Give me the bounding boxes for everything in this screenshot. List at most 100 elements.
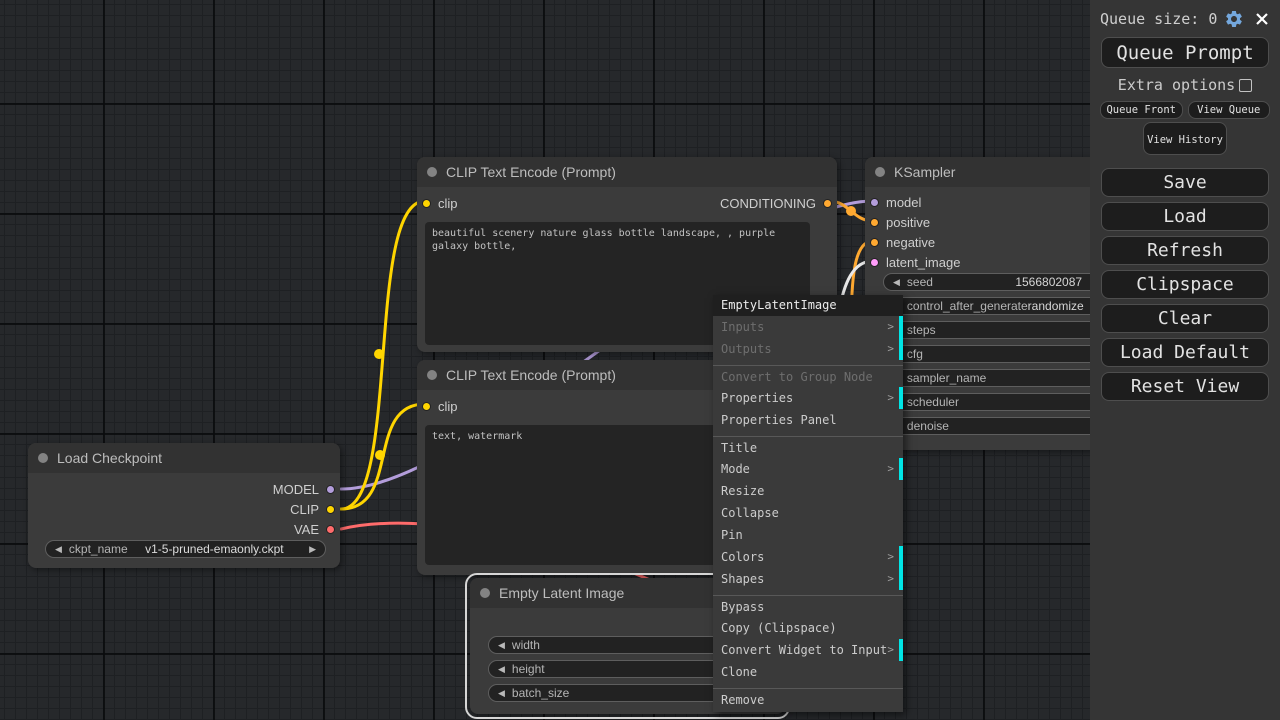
widget-label: width xyxy=(511,638,540,652)
port-label: negative xyxy=(886,234,936,250)
menu-item-label: Clone xyxy=(721,665,758,679)
submenu-arrow-icon: > xyxy=(887,391,894,404)
menu-item-label: Bypass xyxy=(721,599,765,614)
port-dot[interactable] xyxy=(870,257,879,267)
widget-decrement-icon[interactable]: ◀ xyxy=(893,277,900,288)
port-dot[interactable] xyxy=(870,217,879,227)
input-port: clip xyxy=(422,196,458,211)
submenu-arrow-icon: > xyxy=(887,550,894,563)
menu-item-label: Properties xyxy=(721,391,794,405)
widget-next-icon[interactable]: ▶ xyxy=(309,544,316,555)
context-menu-item[interactable]: Resize xyxy=(713,480,903,502)
menu-item-label: Copy (Clipspace) xyxy=(721,621,837,635)
widget-prev-icon[interactable]: ◀ xyxy=(55,544,62,555)
extra-options-checkbox[interactable] xyxy=(1239,78,1253,92)
collapse-dot-icon[interactable] xyxy=(38,453,48,463)
submenu-arrow-icon: > xyxy=(887,320,894,333)
context-menu-item[interactable]: Title xyxy=(713,436,903,458)
port-dot[interactable] xyxy=(326,524,335,534)
sidebar-button[interactable]: Clipspace xyxy=(1101,270,1269,299)
queue-small-buttons: Queue Front View Queue xyxy=(1100,101,1270,119)
context-menu-item[interactable]: Pin xyxy=(713,524,903,546)
node-titlebar[interactable]: Load Checkpoint xyxy=(28,443,340,473)
comfy-menu-panel: Queue size: 0 Queue Prompt Extra options… xyxy=(1090,0,1280,720)
widget-decrement-icon[interactable]: ◀ xyxy=(498,688,505,699)
input-port: model xyxy=(865,192,1125,212)
submenu-arrow-icon: > xyxy=(887,572,894,585)
widget-row[interactable]: ◀ seed 1566802087 ▶ xyxy=(883,273,1107,291)
widget-label: ckpt_name xyxy=(68,542,128,556)
node-titlebar[interactable]: CLIP Text Encode (Prompt) xyxy=(417,157,837,187)
output-port: CLIP xyxy=(28,499,340,519)
input-port: latent_image xyxy=(865,252,1125,272)
context-menu-item[interactable]: Bypass xyxy=(713,595,903,617)
context-menu-item[interactable]: Mode > xyxy=(713,458,903,480)
widget-row[interactable]: ◀ cfg ▶ xyxy=(883,345,1107,363)
context-menu-item[interactable]: Copy (Clipspace) xyxy=(713,617,903,639)
widget-row[interactable]: ◀ steps ▶ xyxy=(883,321,1107,339)
menu-item-label: Colors xyxy=(721,550,765,564)
extra-options-row: Extra options xyxy=(1100,76,1270,94)
port-dot[interactable] xyxy=(870,237,879,247)
port-dot[interactable] xyxy=(823,198,832,208)
sidebar-button[interactable]: Reset View xyxy=(1101,372,1269,401)
port-label: CONDITIONING xyxy=(719,195,816,211)
context-menu-item[interactable]: Properties Panel xyxy=(713,409,903,431)
input-ports: model positive negative latent_image xyxy=(865,192,1125,272)
port-dot[interactable] xyxy=(870,197,879,207)
collapse-dot-icon[interactable] xyxy=(427,370,437,380)
context-menu-item[interactable]: Remove xyxy=(713,688,903,710)
widget-row[interactable]: ◀ control_after_generate randomize ▶ xyxy=(883,297,1107,315)
widget-row[interactable]: ◀ scheduler ▶ xyxy=(883,393,1107,411)
widget-row[interactable]: ◀ denoise ▶ xyxy=(883,417,1107,435)
menu-header: Queue size: 0 xyxy=(1100,8,1270,30)
comfyui-workspace: CLIP Text Encode (Prompt) clip CONDITION… xyxy=(0,0,1280,720)
sidebar-button[interactable]: Refresh xyxy=(1101,236,1269,265)
view-history-button[interactable]: View History xyxy=(1143,122,1227,155)
queue-small-button[interactable]: Queue Front xyxy=(1100,101,1183,119)
collapse-dot-icon[interactable] xyxy=(427,167,437,177)
output-port: CONDITIONING xyxy=(720,196,832,211)
submenu-arrow-icon: > xyxy=(887,462,894,475)
port-dot[interactable] xyxy=(326,504,335,514)
widget-row[interactable]: ◀ sampler_name ▶ xyxy=(883,369,1107,387)
settings-gear-icon[interactable] xyxy=(1224,9,1244,29)
collapse-dot-icon[interactable] xyxy=(480,588,490,598)
menu-item-label: Convert to Group Node xyxy=(721,369,873,384)
context-menu-item[interactable]: Colors > xyxy=(713,546,903,568)
context-menu: EmptyLatentImage Inputs > Outputs > Conv… xyxy=(713,295,903,712)
port-label: model xyxy=(886,194,922,210)
menu-item-label: Title xyxy=(721,440,758,455)
input-port: clip xyxy=(422,399,458,414)
widget-row[interactable]: ◀ ckpt_name v1-5-pruned-emaonly.ckpt ▶ xyxy=(45,540,326,558)
widget-label: batch_size xyxy=(511,686,570,700)
widget-decrement-icon[interactable]: ◀ xyxy=(498,640,505,651)
port-dot[interactable] xyxy=(326,484,335,494)
node-titlebar[interactable]: KSampler xyxy=(865,157,1125,187)
context-menu-item[interactable]: Convert Widget to Input > xyxy=(713,639,903,661)
sidebar-button[interactable]: Save xyxy=(1101,168,1269,197)
close-icon[interactable] xyxy=(1254,11,1270,27)
context-menu-item[interactable]: Clone xyxy=(713,661,903,683)
queue-prompt-button[interactable]: Queue Prompt xyxy=(1101,37,1269,68)
node-load-checkpoint: Load Checkpoint MODEL CLIP VAE ◀ ckpt_na… xyxy=(28,443,340,568)
context-menu-title: EmptyLatentImage xyxy=(713,295,903,316)
port-dot[interactable] xyxy=(422,401,431,411)
context-menu-item[interactable]: Properties > xyxy=(713,387,903,409)
widget-list: ◀ ckpt_name v1-5-pruned-emaonly.ckpt ▶ xyxy=(45,540,326,558)
widget-decrement-icon[interactable]: ◀ xyxy=(498,664,505,675)
sidebar-button[interactable]: Load Default xyxy=(1101,338,1269,367)
context-menu-item[interactable]: Collapse xyxy=(713,502,903,524)
widget-label: denoise xyxy=(906,419,949,433)
widget-value: randomize xyxy=(1027,299,1084,313)
collapse-dot-icon[interactable] xyxy=(875,167,885,177)
port-dot[interactable] xyxy=(422,198,431,208)
sidebar-button[interactable]: Load xyxy=(1101,202,1269,231)
context-menu-item[interactable]: Shapes > xyxy=(713,568,903,590)
sidebar-button[interactable]: Clear xyxy=(1101,304,1269,333)
output-ports: MODEL CLIP VAE xyxy=(28,479,340,539)
queue-small-button[interactable]: View Queue xyxy=(1187,101,1270,119)
widget-value: v1-5-pruned-emaonly.ckpt xyxy=(145,542,284,556)
node-title: Empty Latent Image xyxy=(499,585,625,601)
context-menu-item: Inputs > xyxy=(713,316,903,338)
